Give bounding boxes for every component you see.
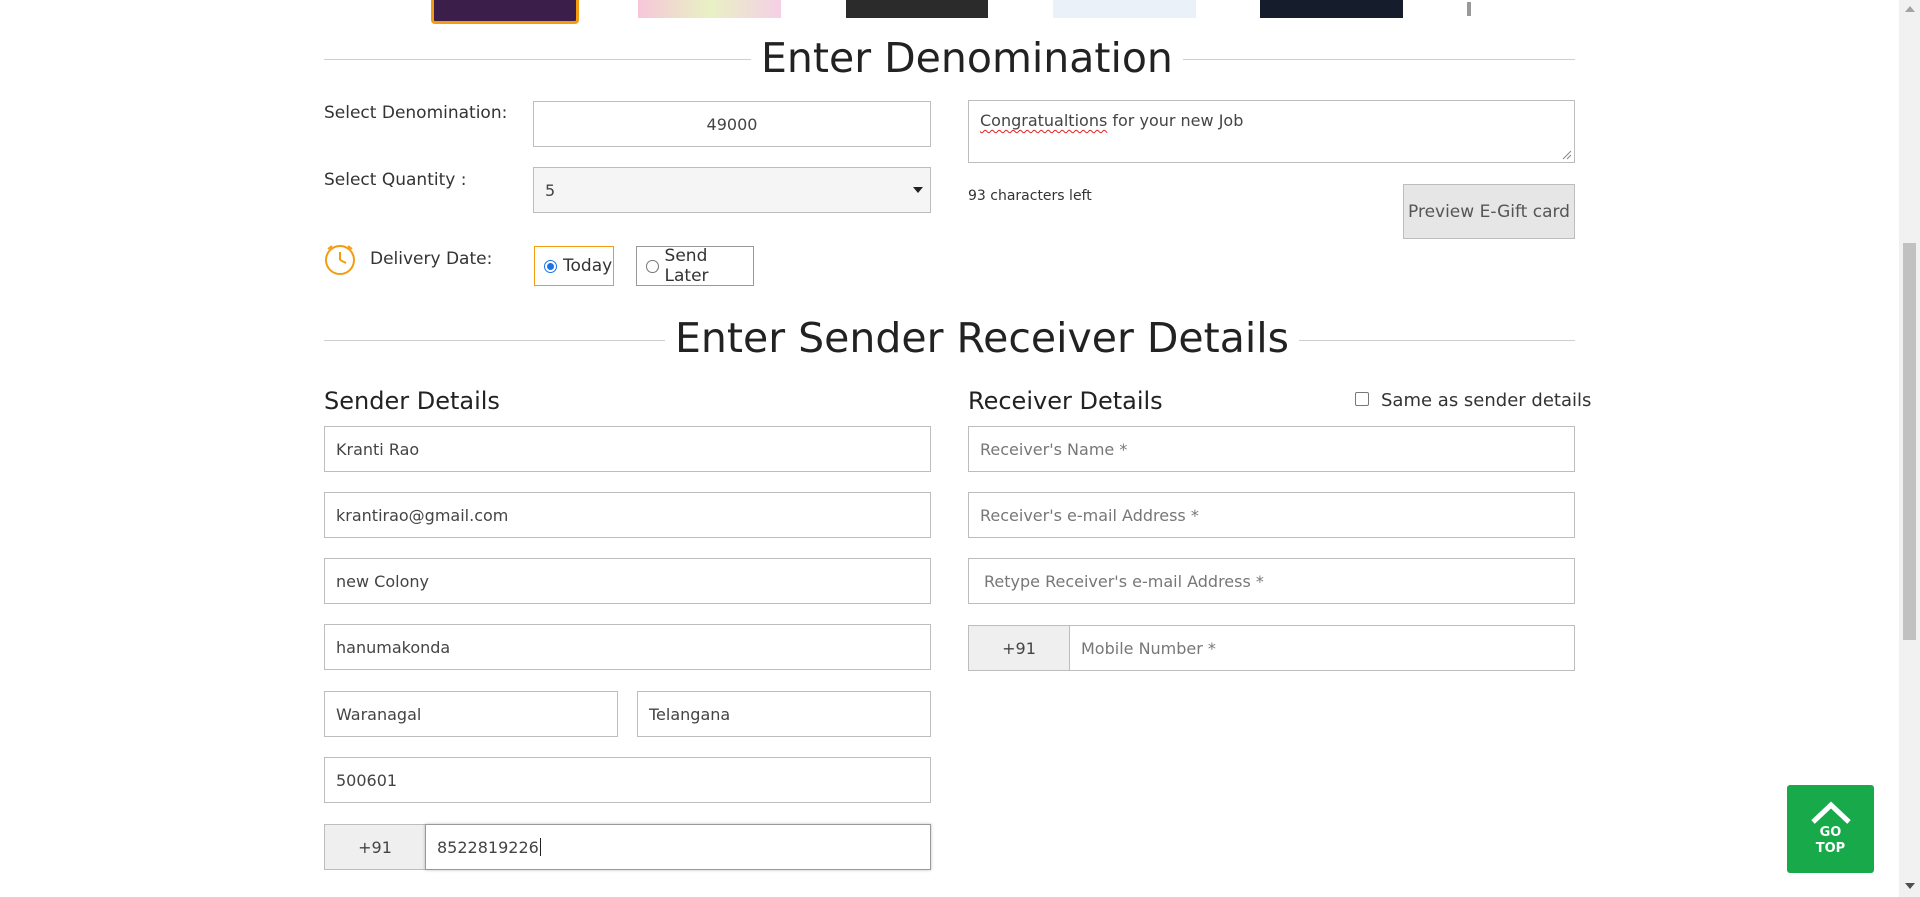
radio-today[interactable] [544, 259, 557, 273]
delivery-later-option[interactable]: Send Later [636, 246, 754, 286]
sender-name-input[interactable]: Kranti Rao [324, 426, 931, 472]
receiver-name-placeholder: Receiver's Name * [980, 439, 1128, 459]
delivery-today-label: Today [563, 256, 613, 276]
scroll-up-arrow[interactable] [1905, 6, 1915, 12]
card-thumbnail[interactable] [1053, 0, 1196, 18]
sender-details-heading: Sender Details [324, 387, 500, 415]
same-as-sender-checkbox[interactable] [1355, 392, 1369, 406]
denomination-input[interactable]: 49000 [533, 101, 931, 147]
preview-egift-button[interactable]: Preview E-Gift card [1403, 184, 1575, 239]
receiver-name-input[interactable]: Receiver's Name * [968, 426, 1575, 472]
chevron-down-icon [913, 187, 923, 193]
scrollbar-thumb[interactable] [1903, 243, 1916, 640]
receiver-country-code: +91 [968, 625, 1070, 671]
sender-address1-input[interactable]: new Colony [324, 558, 931, 604]
same-as-sender-label: Same as sender details [1381, 390, 1592, 411]
receiver-mobile-input[interactable]: Mobile Number * [1069, 625, 1575, 671]
go-top-label: GO TOP [1815, 825, 1846, 856]
sender-name-value: Kranti Rao [336, 439, 420, 459]
scroll-down-arrow[interactable] [1905, 883, 1915, 889]
receiver-retype-email-input[interactable]: Retype Receiver's e-mail Address * [968, 558, 1575, 604]
quantity-value: 5 [545, 180, 556, 200]
sender-mobile-value: 8522819226 [437, 837, 539, 857]
sender-address2-value: hanumakonda [336, 637, 451, 657]
sender-city-value: Waranagal [336, 704, 422, 724]
receiver-details-heading: Receiver Details [968, 387, 1163, 415]
go-top-button[interactable]: GO TOP [1787, 785, 1874, 873]
receiver-mobile-placeholder: Mobile Number * [1081, 638, 1216, 658]
resize-grip-icon[interactable] [1562, 150, 1572, 160]
card-thumbnail[interactable] [846, 0, 988, 18]
text-cursor [539, 838, 541, 856]
message-textarea[interactable]: Congratualtions for your new Job [968, 100, 1575, 163]
sender-country-code: +91 [324, 824, 426, 870]
delivery-today-option[interactable]: Today [534, 246, 614, 286]
sender-state-input[interactable]: Telangana [637, 691, 931, 737]
denomination-label: Select Denomination: [324, 103, 508, 123]
card-thumbnail[interactable] [1260, 0, 1403, 18]
message-misspelled-word: Congratualtions [980, 111, 1108, 130]
receiver-email-placeholder: Receiver's e-mail Address * [980, 505, 1199, 525]
receiver-retype-email-placeholder: Retype Receiver's e-mail Address * [984, 571, 1264, 591]
sender-email-value: krantirao@gmail.com [336, 505, 509, 525]
radio-send-later[interactable] [646, 259, 659, 273]
quantity-label: Select Quantity : [324, 170, 467, 190]
quantity-select[interactable]: 5 [533, 167, 931, 213]
sender-address2-input[interactable]: hanumakonda [324, 624, 931, 670]
characters-left: 93 characters left [968, 188, 1092, 204]
delivery-later-label: Send Later [664, 246, 709, 286]
sender-pincode-value: 500601 [336, 770, 398, 790]
card-thumbnail-selected[interactable] [431, 0, 579, 24]
sender-mobile-input[interactable]: 8522819226 [425, 824, 931, 870]
sender-email-input[interactable]: krantirao@gmail.com [324, 492, 931, 538]
details-section-title: Enter Sender Receiver Details [665, 318, 1299, 359]
sender-address1-value: new Colony [336, 571, 429, 591]
card-thumbnail-partial[interactable] [1467, 2, 1471, 16]
message-text: for your new Job [1107, 111, 1244, 130]
sender-pincode-input[interactable]: 500601 [324, 757, 931, 803]
chevron-up-icon [1810, 801, 1851, 824]
clock-icon [325, 245, 355, 275]
sender-city-input[interactable]: Waranagal [324, 691, 618, 737]
delivery-date-label: Delivery Date: [370, 249, 493, 269]
receiver-email-input[interactable]: Receiver's e-mail Address * [968, 492, 1575, 538]
card-thumbnail[interactable] [638, 0, 781, 18]
denomination-value: 49000 [706, 114, 758, 134]
sender-state-value: Telangana [649, 704, 731, 724]
denomination-section-title: Enter Denomination [751, 38, 1183, 79]
